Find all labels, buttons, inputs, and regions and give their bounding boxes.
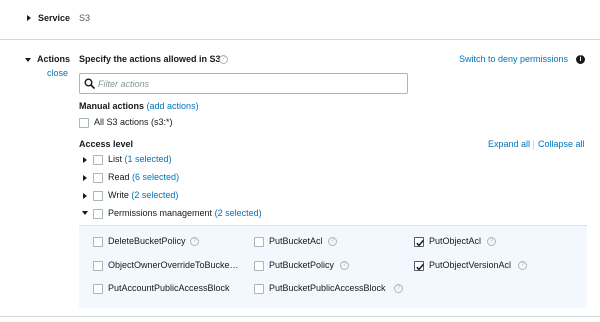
group-name: List	[108, 154, 123, 164]
paren: )	[168, 154, 172, 164]
add-close-paren: )	[195, 101, 199, 111]
manual-actions-row: Manual actions (add actions)	[79, 101, 199, 111]
access-level-label: Access level	[79, 139, 134, 149]
paren: )	[176, 172, 180, 182]
paren: )	[175, 190, 179, 200]
permission-label: PutObjectAcl	[429, 236, 482, 246]
help-icon[interactable]: ?	[394, 284, 403, 293]
group-name: Read	[108, 172, 130, 182]
permission-checkbox[interactable]	[254, 261, 264, 271]
checkmark-icon	[416, 239, 424, 247]
permission-label: PutBucketPublicAccessBlock	[269, 283, 386, 293]
group-count-link[interactable]: 1 selected	[128, 154, 169, 164]
caret-down-icon[interactable]	[25, 58, 31, 62]
group-count-link[interactable]: 2 selected	[134, 190, 175, 200]
caret-right-icon[interactable]	[27, 15, 31, 21]
group-name: Write	[108, 190, 129, 200]
group-count-link[interactable]: 2 selected	[218, 208, 259, 218]
caret-right-icon[interactable]	[83, 175, 87, 181]
filter-actions-input[interactable]	[98, 77, 398, 90]
help-icon[interactable]: ?	[518, 261, 527, 270]
add-actions-link[interactable]: add actions	[150, 101, 196, 111]
help-icon[interactable]: ?	[219, 55, 228, 64]
help-icon[interactable]: ?	[487, 237, 496, 246]
caret-right-icon[interactable]	[83, 193, 87, 199]
search-icon	[84, 78, 95, 89]
permission-label: PutBucketPolicy	[269, 260, 335, 270]
permission-label: PutObjectVersionAcl	[429, 260, 512, 270]
group-name: Permissions management	[108, 208, 213, 218]
group-row-permissions[interactable]: Permissions management (2 selected)	[108, 208, 262, 218]
actions-heading: Specify the actions allowed in S3	[79, 54, 221, 64]
group-checkbox-read[interactable]	[93, 173, 103, 183]
service-row[interactable]: Service S3	[0, 0, 600, 40]
service-label: Service	[38, 13, 71, 23]
permission-checkbox[interactable]	[254, 284, 264, 294]
group-row-read[interactable]: Read (6 selected)	[108, 172, 179, 182]
permission-checkbox[interactable]	[414, 261, 424, 271]
help-icon[interactable]: ?	[190, 237, 199, 246]
service-value: S3	[79, 13, 91, 23]
all-actions-checkbox[interactable]	[79, 118, 89, 128]
all-actions-label: All S3 actions (s3:*)	[94, 117, 173, 127]
permission-label: PutBucketAcl	[269, 236, 323, 246]
info-icon[interactable]: i	[576, 55, 585, 64]
switch-to-deny-link[interactable]: Switch to deny permissions	[459, 54, 568, 64]
permission-checkbox[interactable]	[93, 261, 103, 271]
permission-checkbox[interactable]	[93, 237, 103, 247]
group-checkbox-permissions[interactable]	[93, 209, 103, 219]
permission-label: PutAccountPublicAccessBlock	[108, 283, 230, 293]
collapse-all-link[interactable]: Collapse all	[538, 139, 585, 149]
group-row-write[interactable]: Write (2 selected)	[108, 190, 178, 200]
permission-checkbox[interactable]	[93, 284, 103, 294]
group-row-list[interactable]: List (1 selected)	[108, 154, 172, 164]
close-link[interactable]: close	[47, 68, 68, 78]
caret-right-icon[interactable]	[83, 157, 87, 163]
permission-label: DeleteBucketPolicy	[108, 236, 186, 246]
checkmark-icon	[416, 263, 424, 271]
group-count-link[interactable]: 6 selected	[135, 172, 176, 182]
permission-checkbox[interactable]	[414, 237, 424, 247]
actions-label: Actions	[37, 54, 71, 64]
caret-down-icon[interactable]	[82, 211, 88, 215]
group-checkbox-write[interactable]	[93, 191, 103, 201]
help-icon[interactable]: ?	[328, 237, 337, 246]
section-divider	[0, 316, 600, 317]
group-checkbox-list[interactable]	[93, 155, 103, 165]
paren: )	[258, 208, 262, 218]
link-separator	[533, 140, 534, 150]
manual-actions-label: Manual actions	[79, 101, 145, 111]
expand-all-link[interactable]: Expand all	[488, 139, 530, 149]
filter-actions-field[interactable]	[79, 73, 408, 94]
permission-label: ObjectOwnerOverrideToBucke…	[108, 260, 239, 270]
help-icon[interactable]: ?	[340, 261, 349, 270]
permission-checkbox[interactable]	[254, 237, 264, 247]
